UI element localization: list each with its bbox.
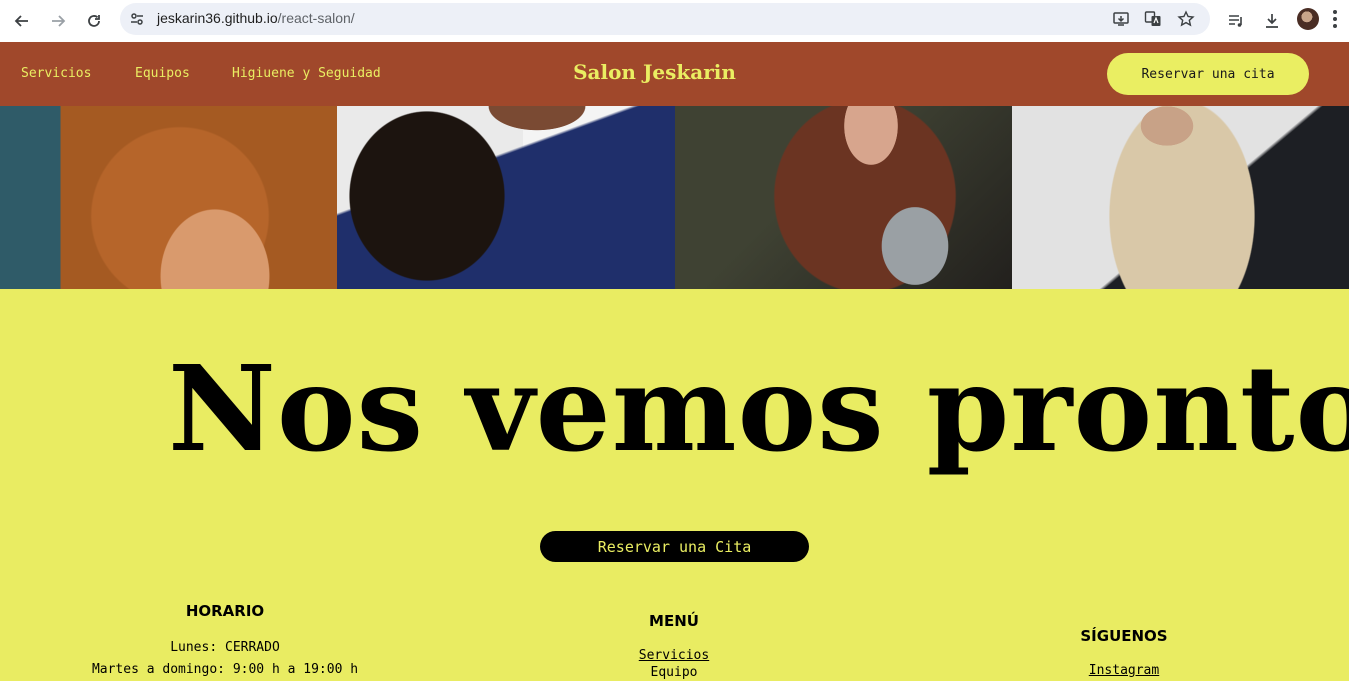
hero-title: Nos vemos pronto xyxy=(168,339,1349,478)
hours-heading: HORARIO xyxy=(185,602,265,620)
photo-dark-curly-hair-woman xyxy=(337,106,675,289)
profile-avatar[interactable] xyxy=(1297,8,1319,30)
address-bar[interactable]: jeskarin36.github.io/react-salon/ xyxy=(120,3,1210,35)
footer-hours: HORARIO Lunes: CERRADO Martes a domingo:… xyxy=(60,602,390,681)
url-text[interactable]: jeskarin36.github.io/react-salon/ xyxy=(157,10,355,26)
photo-auburn-hair-woman xyxy=(675,106,1012,289)
back-icon[interactable] xyxy=(8,7,36,35)
download-icon[interactable] xyxy=(1258,7,1286,35)
site-header: Servicios Equipos Higiuene y Seguidad Sa… xyxy=(0,42,1349,106)
photo-strip xyxy=(0,106,1349,289)
hero-book-button[interactable]: Reservar una Cita xyxy=(540,531,809,562)
social-heading: SÍGUENOS xyxy=(1080,627,1168,645)
photo-blonde-hair-woman xyxy=(1012,106,1349,289)
footer-menu: MENÚ Servicios Equipo xyxy=(574,612,774,681)
site-settings-icon[interactable] xyxy=(128,10,146,28)
photo-curly-hair-woman xyxy=(0,106,337,289)
menu-heading: MENÚ xyxy=(649,612,699,630)
book-appointment-button[interactable]: Reservar una cita xyxy=(1107,53,1309,95)
nav-link-equipos[interactable]: Equipos xyxy=(135,66,190,81)
nav-link-higiene[interactable]: Higiuene y Seguidad xyxy=(232,66,381,81)
url-host: jeskarin36.github.io xyxy=(157,10,278,26)
url-path: /react-salon/ xyxy=(277,10,355,26)
browser-menu-icon[interactable] xyxy=(1333,10,1337,28)
brand-name[interactable]: Salon Jeskarin xyxy=(573,60,736,84)
footer-link-equipo[interactable]: Equipo xyxy=(574,664,774,681)
hours-line: Lunes: CERRADO xyxy=(170,640,280,655)
install-app-icon[interactable] xyxy=(1110,8,1132,30)
footer-link-instagram[interactable]: Instagram xyxy=(1024,662,1224,679)
forward-icon[interactable] xyxy=(44,7,72,35)
nav-link-servicios[interactable]: Servicios xyxy=(21,66,91,81)
media-playlist-icon[interactable] xyxy=(1222,7,1250,35)
bookmark-star-icon[interactable] xyxy=(1175,8,1197,30)
footer-link-servicios[interactable]: Servicios xyxy=(574,647,774,664)
browser-toolbar: jeskarin36.github.io/react-salon/ xyxy=(0,0,1349,42)
hours-line: Martes a domingo: 9:00 h a 19:00 h xyxy=(91,662,359,677)
translate-icon[interactable] xyxy=(1142,8,1164,30)
reload-icon[interactable] xyxy=(80,7,108,35)
footer-social: SÍGUENOS Instagram xyxy=(1024,627,1224,679)
